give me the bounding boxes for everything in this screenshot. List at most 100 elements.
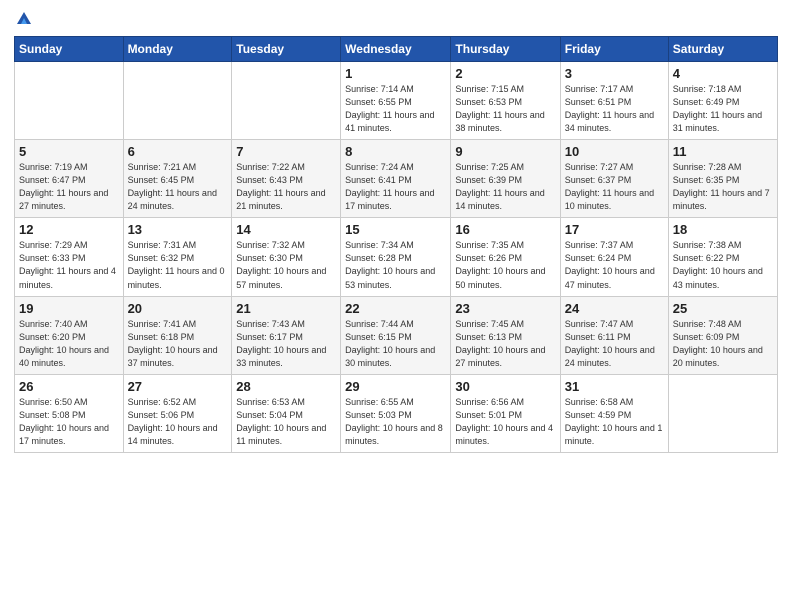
day-info: Sunrise: 7:44 AMSunset: 6:15 PMDaylight:… (345, 318, 446, 370)
day-info: Sunrise: 7:24 AMSunset: 6:41 PMDaylight:… (345, 161, 446, 213)
day-info: Sunrise: 6:50 AMSunset: 5:08 PMDaylight:… (19, 396, 119, 448)
calendar-day-cell (232, 62, 341, 140)
day-info: Sunrise: 7:40 AMSunset: 6:20 PMDaylight:… (19, 318, 119, 370)
calendar-day-cell: 6 Sunrise: 7:21 AMSunset: 6:45 PMDaylight… (123, 140, 232, 218)
day-number: 1 (345, 66, 446, 81)
calendar-day-cell: 25 Sunrise: 7:48 AMSunset: 6:09 PMDayligh… (668, 296, 777, 374)
day-info: Sunrise: 7:32 AMSunset: 6:30 PMDaylight:… (236, 239, 336, 291)
day-number: 5 (19, 144, 119, 159)
day-number: 17 (565, 222, 664, 237)
calendar-day-cell: 13Sunrise: 7:31 AMSunset: 6:32 PMDayligh… (123, 218, 232, 296)
calendar-day-cell: 15 Sunrise: 7:34 AMSunset: 6:28 PMDayligh… (341, 218, 451, 296)
day-number: 22 (345, 301, 446, 316)
day-info: Sunrise: 7:48 AMSunset: 6:09 PMDaylight:… (673, 318, 773, 370)
day-info: Sunrise: 6:53 AMSunset: 5:04 PMDaylight:… (236, 396, 336, 448)
day-info: Sunrise: 7:43 AMSunset: 6:17 PMDaylight:… (236, 318, 336, 370)
calendar-day-cell: 18 Sunrise: 7:38 AMSunset: 6:22 PMDayligh… (668, 218, 777, 296)
day-number: 26 (19, 379, 119, 394)
calendar-day-cell: 31Sunrise: 6:58 AMSunset: 4:59 PMDayligh… (560, 374, 668, 452)
weekday-header-friday: Friday (560, 37, 668, 62)
day-number: 11 (673, 144, 773, 159)
day-number: 24 (565, 301, 664, 316)
calendar-week-row: 12 Sunrise: 7:29 AMSunset: 6:33 PMDayligh… (15, 218, 778, 296)
calendar-day-cell: 20 Sunrise: 7:41 AMSunset: 6:18 PMDayligh… (123, 296, 232, 374)
day-info: Sunrise: 7:18 AMSunset: 6:49 PMDaylight:… (673, 83, 773, 135)
day-number: 2 (455, 66, 555, 81)
calendar-day-cell: 24 Sunrise: 7:47 AMSunset: 6:11 PMDayligh… (560, 296, 668, 374)
day-number: 3 (565, 66, 664, 81)
day-number: 28 (236, 379, 336, 394)
calendar-page: SundayMondayTuesdayWednesdayThursdayFrid… (0, 0, 792, 612)
day-info: Sunrise: 7:38 AMSunset: 6:22 PMDaylight:… (673, 239, 773, 291)
day-number: 30 (455, 379, 555, 394)
calendar-day-cell: 19 Sunrise: 7:40 AMSunset: 6:20 PMDayligh… (15, 296, 124, 374)
calendar-day-cell: 29 Sunrise: 6:55 AMSunset: 5:03 PMDayligh… (341, 374, 451, 452)
day-number: 15 (345, 222, 446, 237)
calendar-day-cell: 23 Sunrise: 7:45 AMSunset: 6:13 PMDayligh… (451, 296, 560, 374)
calendar-day-cell: 12 Sunrise: 7:29 AMSunset: 6:33 PMDayligh… (15, 218, 124, 296)
calendar-day-cell: 3 Sunrise: 7:17 AMSunset: 6:51 PMDaylight… (560, 62, 668, 140)
day-info: Sunrise: 7:37 AMSunset: 6:24 PMDaylight:… (565, 239, 664, 291)
day-number: 21 (236, 301, 336, 316)
weekday-header-monday: Monday (123, 37, 232, 62)
day-number: 19 (19, 301, 119, 316)
day-info: Sunrise: 7:21 AMSunset: 6:45 PMDaylight:… (128, 161, 228, 213)
day-number: 29 (345, 379, 446, 394)
day-number: 10 (565, 144, 664, 159)
day-number: 9 (455, 144, 555, 159)
calendar-day-cell: 5 Sunrise: 7:19 AMSunset: 6:47 PMDaylight… (15, 140, 124, 218)
calendar-week-row: 26 Sunrise: 6:50 AMSunset: 5:08 PMDayligh… (15, 374, 778, 452)
day-number: 12 (19, 222, 119, 237)
calendar-day-cell: 4 Sunrise: 7:18 AMSunset: 6:49 PMDaylight… (668, 62, 777, 140)
day-info: Sunrise: 7:41 AMSunset: 6:18 PMDaylight:… (128, 318, 228, 370)
day-info: Sunrise: 7:34 AMSunset: 6:28 PMDaylight:… (345, 239, 446, 291)
calendar-day-cell: 9 Sunrise: 7:25 AMSunset: 6:39 PMDaylight… (451, 140, 560, 218)
day-number: 8 (345, 144, 446, 159)
day-info: Sunrise: 7:25 AMSunset: 6:39 PMDaylight:… (455, 161, 555, 213)
day-number: 20 (128, 301, 228, 316)
weekday-header-wednesday: Wednesday (341, 37, 451, 62)
day-info: Sunrise: 7:31 AMSunset: 6:32 PMDaylight:… (128, 239, 228, 291)
day-info: Sunrise: 7:47 AMSunset: 6:11 PMDaylight:… (565, 318, 664, 370)
logo-icon (15, 10, 33, 28)
calendar-day-cell: 1Sunrise: 7:14 AMSunset: 6:55 PMDaylight… (341, 62, 451, 140)
day-number: 4 (673, 66, 773, 81)
day-info: Sunrise: 6:58 AMSunset: 4:59 PMDaylight:… (565, 396, 664, 448)
day-number: 27 (128, 379, 228, 394)
calendar-day-cell: 28 Sunrise: 6:53 AMSunset: 5:04 PMDayligh… (232, 374, 341, 452)
calendar-day-cell: 30 Sunrise: 6:56 AMSunset: 5:01 PMDayligh… (451, 374, 560, 452)
calendar-day-cell (123, 62, 232, 140)
calendar-day-cell (668, 374, 777, 452)
calendar-day-cell: 27Sunrise: 6:52 AMSunset: 5:06 PMDayligh… (123, 374, 232, 452)
calendar-day-cell: 22 Sunrise: 7:44 AMSunset: 6:15 PMDayligh… (341, 296, 451, 374)
calendar-day-cell: 17 Sunrise: 7:37 AMSunset: 6:24 PMDayligh… (560, 218, 668, 296)
day-info: Sunrise: 7:27 AMSunset: 6:37 PMDaylight:… (565, 161, 664, 213)
calendar-day-cell (15, 62, 124, 140)
day-number: 25 (673, 301, 773, 316)
day-info: Sunrise: 6:55 AMSunset: 5:03 PMDaylight:… (345, 396, 446, 448)
day-number: 6 (128, 144, 228, 159)
weekday-header-saturday: Saturday (668, 37, 777, 62)
weekday-header-row: SundayMondayTuesdayWednesdayThursdayFrid… (15, 37, 778, 62)
day-info: Sunrise: 7:29 AMSunset: 6:33 PMDaylight:… (19, 239, 119, 291)
calendar-week-row: 1Sunrise: 7:14 AMSunset: 6:55 PMDaylight… (15, 62, 778, 140)
day-info: Sunrise: 7:22 AMSunset: 6:43 PMDaylight:… (236, 161, 336, 213)
page-header (14, 10, 778, 28)
weekday-header-tuesday: Tuesday (232, 37, 341, 62)
calendar-day-cell: 7Sunrise: 7:22 AMSunset: 6:43 PMDaylight… (232, 140, 341, 218)
day-info: Sunrise: 7:28 AMSunset: 6:35 PMDaylight:… (673, 161, 773, 213)
day-info: Sunrise: 7:45 AMSunset: 6:13 PMDaylight:… (455, 318, 555, 370)
calendar-week-row: 5 Sunrise: 7:19 AMSunset: 6:47 PMDaylight… (15, 140, 778, 218)
calendar-week-row: 19 Sunrise: 7:40 AMSunset: 6:20 PMDayligh… (15, 296, 778, 374)
day-number: 14 (236, 222, 336, 237)
day-info: Sunrise: 7:19 AMSunset: 6:47 PMDaylight:… (19, 161, 119, 213)
day-number: 16 (455, 222, 555, 237)
day-number: 23 (455, 301, 555, 316)
day-info: Sunrise: 7:17 AMSunset: 6:51 PMDaylight:… (565, 83, 664, 135)
day-info: Sunrise: 6:56 AMSunset: 5:01 PMDaylight:… (455, 396, 555, 448)
logo (14, 10, 33, 28)
day-number: 18 (673, 222, 773, 237)
calendar-day-cell: 8 Sunrise: 7:24 AMSunset: 6:41 PMDaylight… (341, 140, 451, 218)
day-info: Sunrise: 7:15 AMSunset: 6:53 PMDaylight:… (455, 83, 555, 135)
calendar-day-cell: 21 Sunrise: 7:43 AMSunset: 6:17 PMDayligh… (232, 296, 341, 374)
